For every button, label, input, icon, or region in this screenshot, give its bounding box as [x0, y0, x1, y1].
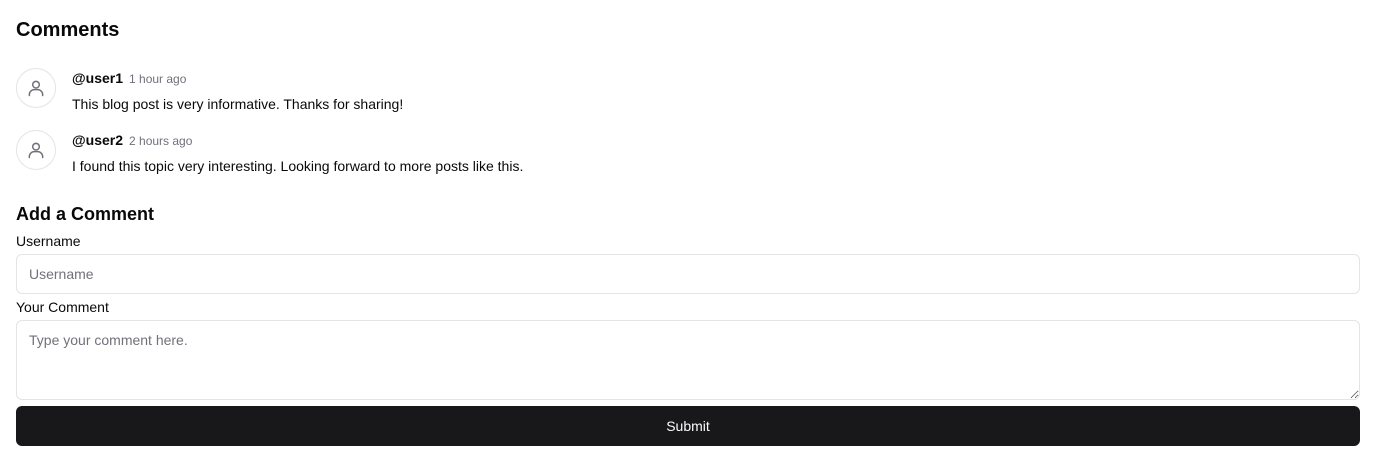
username-label: Username [16, 233, 81, 249]
comment-textarea[interactable] [16, 320, 1360, 400]
comments-heading: Comments [16, 19, 120, 41]
add-comment-heading: Add a Comment [16, 204, 155, 224]
avatar [16, 68, 56, 108]
submit-button[interactable]: Submit [16, 406, 1360, 446]
comment-item: @user2 2 hours ago I found this topic ver… [16, 130, 1016, 180]
comment-body: This blog post is very informative. Than… [72, 96, 404, 112]
comment-username: @user2 [72, 132, 124, 148]
comments-page: Comments @user1 1 hour ago This blog post… [0, 0, 1376, 462]
comment-timestamp: 1 hour ago [129, 72, 187, 86]
user-icon [26, 78, 46, 98]
username-input[interactable] [16, 254, 1360, 294]
comment-item: @user1 1 hour ago This blog post is very … [16, 68, 1016, 118]
comment-body: I found this topic very interesting. Loo… [72, 158, 524, 174]
comment-meta: @user2 2 hours ago [72, 130, 192, 151]
comment-timestamp: 2 hours ago [129, 134, 193, 148]
user-icon [26, 140, 46, 160]
comment-label: Your Comment [16, 299, 109, 315]
comment-username: @user1 [72, 70, 124, 86]
avatar [16, 130, 56, 170]
comment-meta: @user1 1 hour ago [72, 68, 186, 89]
